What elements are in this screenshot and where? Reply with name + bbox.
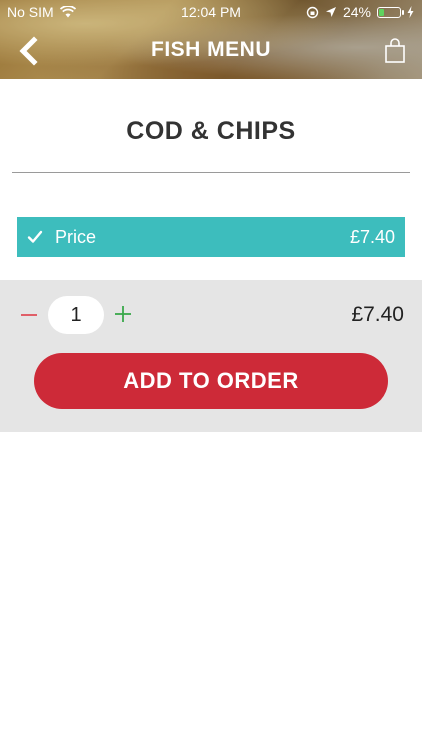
- charging-bolt-icon: [407, 6, 414, 18]
- cart-button[interactable]: [384, 38, 406, 64]
- option-price[interactable]: Price £7.40: [17, 217, 405, 257]
- decrease-quantity-button[interactable]: [20, 300, 38, 330]
- rotation-lock-icon: [306, 6, 319, 18]
- battery-icon: [377, 6, 404, 18]
- status-right: 24%: [306, 4, 414, 20]
- location-arrow-icon: [325, 7, 336, 17]
- battery-percent: 24%: [342, 4, 371, 20]
- shopping-bag-icon: [385, 38, 405, 63]
- option-label: Price: [55, 226, 97, 247]
- add-to-order-button[interactable]: ADD TO ORDER: [34, 353, 388, 409]
- minus-icon: [21, 314, 37, 316]
- plus-icon: [115, 306, 131, 322]
- divider: [12, 172, 410, 173]
- header-banner: No SIM 12:04 PM 24% FISH MENU: [0, 0, 422, 79]
- product-name: COD & CHIPS: [126, 117, 296, 145]
- status-bar: No SIM 12:04 PM 24%: [0, 0, 422, 24]
- order-total: £7.40: [351, 303, 404, 326]
- page-title: FISH MENU: [151, 38, 271, 61]
- option-price-value: £7.40: [349, 226, 395, 247]
- increase-quantity-button[interactable]: [114, 305, 132, 323]
- quantity-field[interactable]: 1: [48, 296, 104, 334]
- checkmark-icon: [27, 230, 45, 244]
